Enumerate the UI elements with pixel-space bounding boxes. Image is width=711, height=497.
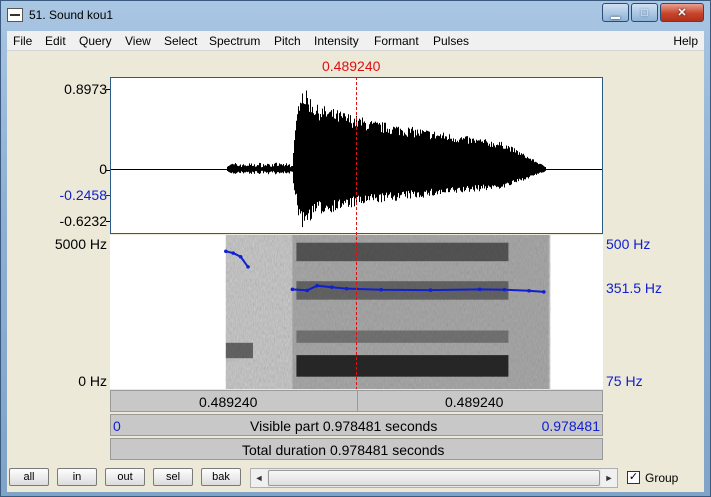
- menu-intensity[interactable]: Intensity: [314, 34, 359, 48]
- spectrogram-onset-band: [225, 342, 253, 359]
- waveform-min-label: -0.6232: [59, 213, 107, 229]
- time-bar-left-value: 0.489240: [199, 394, 258, 410]
- menu-pitch[interactable]: Pitch: [274, 34, 301, 48]
- pitch-point: [477, 287, 482, 292]
- menu-bar: File Edit Query View Select Spectrum Pit…: [7, 31, 704, 51]
- zoom-all-button[interactable]: all: [9, 468, 49, 486]
- title-bar[interactable]: 51. Sound kou1 ▁ □ ✕: [1, 1, 710, 31]
- pitch-point: [246, 265, 250, 269]
- zoom-out-button[interactable]: out: [105, 468, 145, 486]
- zoom-in-button[interactable]: in: [57, 468, 97, 486]
- close-button[interactable]: ✕: [660, 3, 704, 22]
- visible-start-value: 0: [113, 418, 121, 434]
- waveform-panel[interactable]: [110, 77, 603, 234]
- zoom-sel-button[interactable]: sel: [153, 468, 193, 486]
- scroll-right-arrow-icon[interactable]: ►: [601, 469, 617, 487]
- spectrogram-plot: [224, 235, 551, 389]
- group-checkbox[interactable]: ✓: [627, 471, 640, 484]
- horizontal-scrollbar[interactable]: ◄ ►: [250, 468, 618, 488]
- minimize-button[interactable]: ▁: [602, 3, 629, 22]
- pitch-point: [330, 285, 334, 289]
- spectrogram-panel[interactable]: [110, 235, 603, 389]
- waveform-cursor-value-label: -0.2458: [59, 187, 107, 203]
- pitch-point: [238, 254, 243, 259]
- total-duration-label: Total duration 0.978481 seconds: [242, 442, 445, 458]
- spectrogram-formant-band-3: [296, 242, 509, 262]
- zoom-back-button[interactable]: bak: [201, 468, 241, 486]
- pitch-point: [315, 283, 319, 288]
- pitch-point: [224, 249, 228, 254]
- pitch-point: [502, 287, 507, 292]
- pitch-point: [379, 287, 383, 292]
- time-bar-divider: [357, 391, 358, 411]
- pitch-point: [231, 251, 236, 255]
- praat-sound-window: 51. Sound kou1 ▁ □ ✕ File Edit Query Vie…: [0, 0, 711, 497]
- waveform-plot: [111, 90, 602, 228]
- window-title: 51. Sound kou1: [29, 8, 114, 22]
- group-checkbox-label: Group: [645, 471, 679, 485]
- waveform-zero-label: 0: [99, 161, 107, 177]
- menu-view[interactable]: View: [125, 34, 151, 48]
- pitch-point: [527, 289, 531, 293]
- cursor-time-label: 0.489240: [322, 58, 381, 74]
- bottom-toolbar: all in out sel bak ◄ ► ✓ Group: [7, 462, 704, 492]
- menu-help[interactable]: Help: [673, 34, 698, 48]
- pitch-cursor-label: 351.5 Hz: [606, 280, 663, 296]
- praat-app-icon: [7, 8, 23, 22]
- total-duration-bar[interactable]: Total duration 0.978481 seconds: [110, 438, 603, 460]
- pitch-point: [305, 288, 309, 293]
- pitch-bottom-label: 75 Hz: [606, 373, 643, 389]
- menu-spectrum[interactable]: Spectrum: [209, 34, 260, 48]
- pitch-point: [344, 286, 349, 291]
- cursor-time-bar[interactable]: 0.489240 0.489240: [110, 390, 603, 412]
- menu-select[interactable]: Select: [164, 34, 197, 48]
- menu-formant[interactable]: Formant: [374, 34, 419, 48]
- menu-pulses[interactable]: Pulses: [433, 34, 469, 48]
- menu-file[interactable]: File: [13, 34, 32, 48]
- waveform-trace: [227, 90, 546, 228]
- time-bar-right-value: 0.489240: [445, 394, 504, 410]
- spectrogram-formant-band-0: [296, 355, 509, 377]
- window-controls: ▁ □ ✕: [602, 3, 704, 22]
- spectrogram-top-label: 5000 Hz: [54, 236, 107, 252]
- spectrogram-bottom-label: 0 Hz: [78, 373, 107, 389]
- editor-client-area: File Edit Query View Select Spectrum Pit…: [7, 31, 704, 492]
- visible-end-value: 0.978481: [541, 418, 600, 434]
- maximize-button[interactable]: □: [631, 3, 658, 22]
- pitch-point: [428, 288, 433, 292]
- menu-query[interactable]: Query: [79, 34, 112, 48]
- scroll-left-arrow-icon[interactable]: ◄: [251, 469, 267, 487]
- pitch-point: [290, 287, 295, 292]
- visible-part-bar[interactable]: 0 Visible part 0.978481 seconds 0.978481: [110, 414, 603, 436]
- menu-edit[interactable]: Edit: [45, 34, 66, 48]
- visible-part-label: Visible part 0.978481 seconds: [250, 418, 438, 434]
- scrollbar-thumb[interactable]: [268, 470, 600, 486]
- spectrogram-formant-band-1: [296, 330, 509, 343]
- pitch-point: [542, 290, 546, 294]
- waveform-max-label: 0.8973: [64, 81, 107, 97]
- pitch-top-label: 500 Hz: [606, 236, 651, 252]
